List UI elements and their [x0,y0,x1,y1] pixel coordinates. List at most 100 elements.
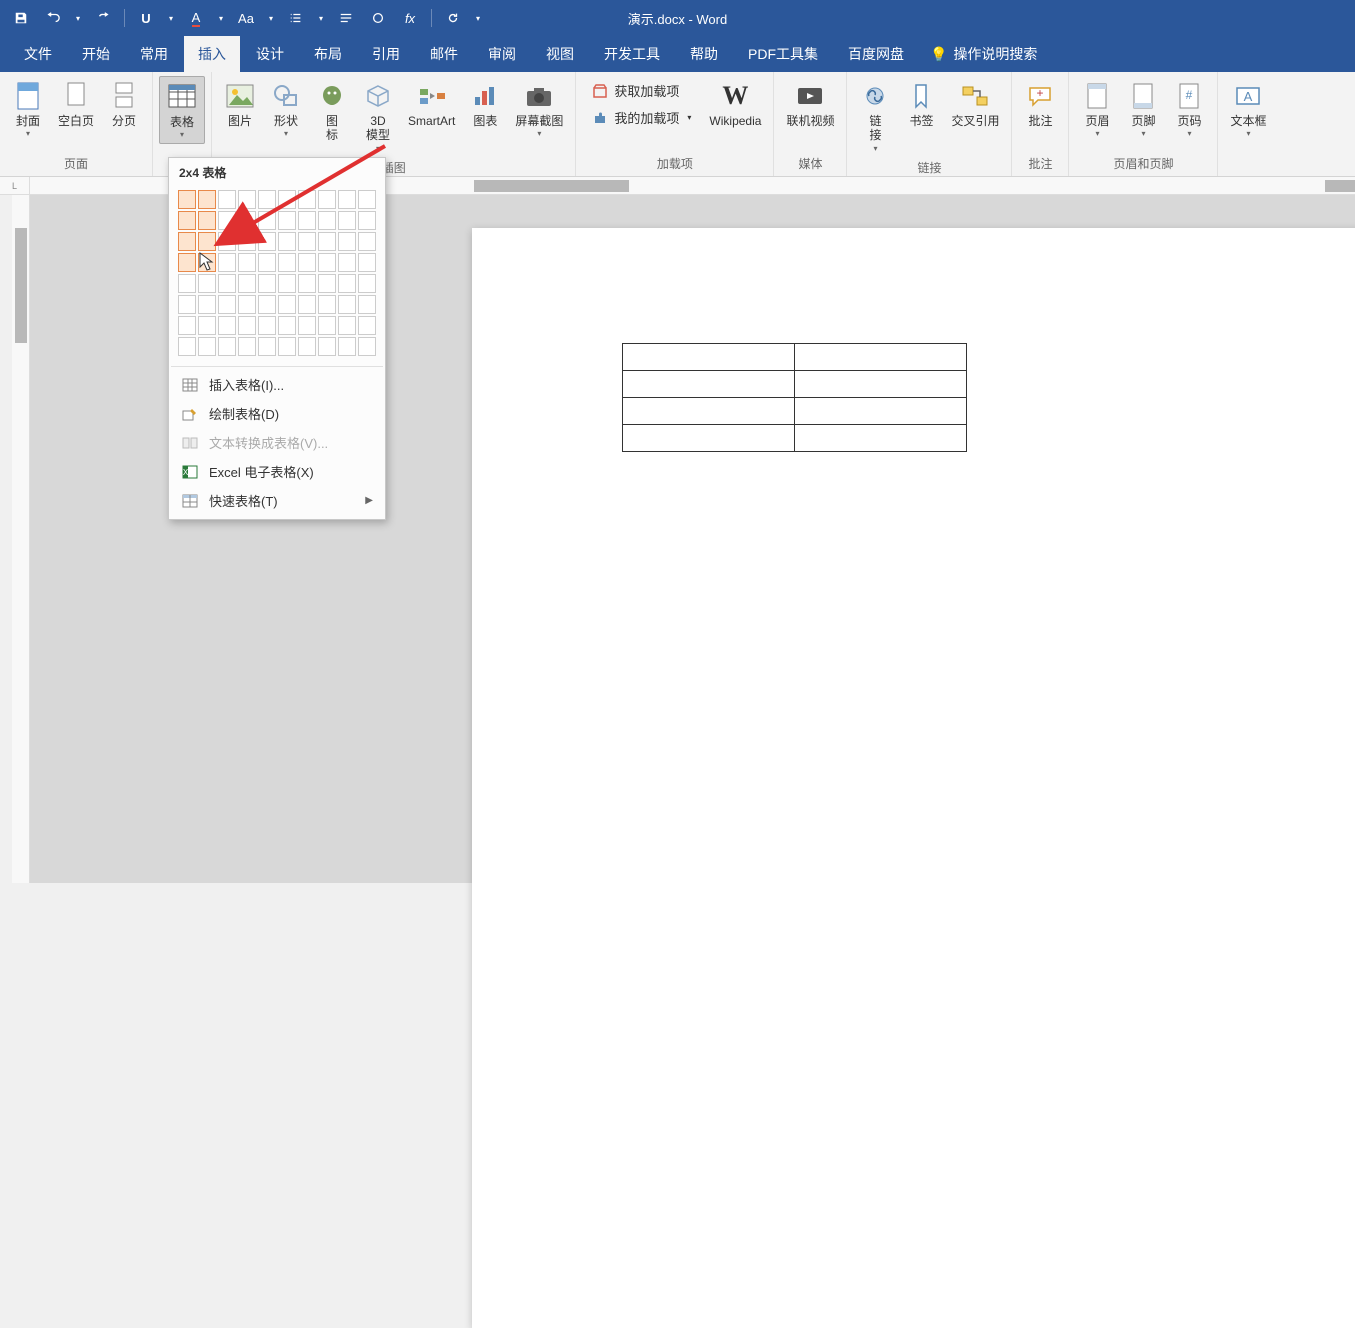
grid-cell[interactable] [278,190,296,209]
document-page[interactable] [472,228,1355,1328]
grid-cell[interactable] [198,316,216,335]
grid-cell[interactable] [218,232,236,251]
change-case-button[interactable]: Aa [233,5,259,31]
grid-cell[interactable] [338,295,356,314]
grid-cell[interactable] [178,232,196,251]
grid-cell[interactable] [298,316,316,335]
grid-cell[interactable] [338,337,356,356]
grid-cell[interactable] [178,337,196,356]
comment-button[interactable]: + 批注 [1018,76,1062,132]
redo-button[interactable] [90,5,116,31]
excel-spreadsheet-menu-item[interactable]: X Excel 电子表格(X) [169,457,385,486]
wikipedia-button[interactable]: W Wikipedia [703,76,767,132]
grid-cell[interactable] [218,295,236,314]
page-break-button[interactable]: 分页 [102,76,146,132]
grid-cell[interactable] [238,190,256,209]
grid-cell[interactable] [298,211,316,230]
grid-cell[interactable] [238,211,256,230]
grid-cell[interactable] [358,253,376,272]
grid-cell[interactable] [298,274,316,293]
grid-cell[interactable] [218,274,236,293]
vertical-ruler[interactable] [12,195,30,883]
grid-cell[interactable] [338,211,356,230]
grid-cell[interactable] [258,190,276,209]
grid-cell[interactable] [338,274,356,293]
grid-cell[interactable] [318,274,336,293]
grid-cell[interactable] [318,253,336,272]
grid-cell[interactable] [358,211,376,230]
grid-cell[interactable] [298,337,316,356]
change-case-dropdown[interactable]: ▾ [265,5,277,31]
grid-cell[interactable] [298,295,316,314]
cover-page-button[interactable]: 封面▾ [6,76,50,142]
grid-cell[interactable] [198,211,216,230]
grid-cell[interactable] [358,274,376,293]
chart-button[interactable]: 图表 [463,76,507,132]
grid-cell[interactable] [338,316,356,335]
picture-button[interactable]: 图片 [218,76,262,132]
table-button[interactable]: 表格▾ [159,76,205,144]
grid-cell[interactable] [318,232,336,251]
grid-cell[interactable] [338,190,356,209]
save-button[interactable] [8,5,34,31]
grid-cell[interactable] [238,337,256,356]
grid-cell[interactable] [358,337,376,356]
undo-dropdown[interactable]: ▾ [72,5,84,31]
grid-cell[interactable] [218,211,236,230]
grid-cell[interactable] [358,295,376,314]
tab-mail[interactable]: 邮件 [416,36,472,72]
grid-cell[interactable] [278,253,296,272]
inserted-table-preview[interactable] [622,343,967,452]
refresh-button[interactable] [440,5,466,31]
grid-cell[interactable] [238,295,256,314]
grid-cell[interactable] [278,232,296,251]
list-button[interactable] [283,5,309,31]
grid-cell[interactable] [178,295,196,314]
crossref-button[interactable]: 交叉引用 [945,76,1005,132]
my-addins-button[interactable]: 我的加载项▾ [586,105,697,130]
online-video-button[interactable]: 联机视频 [780,76,840,132]
underline-dropdown[interactable]: ▾ [165,5,177,31]
grid-cell[interactable] [318,211,336,230]
grid-cell[interactable] [178,211,196,230]
insert-table-menu-item[interactable]: 插入表格(I)... [169,370,385,399]
grid-cell[interactable] [238,274,256,293]
bookmark-button[interactable]: 书签 [899,76,943,132]
grid-cell[interactable] [258,337,276,356]
grid-cell[interactable] [258,295,276,314]
grid-cell[interactable] [178,274,196,293]
grid-cell[interactable] [218,316,236,335]
grid-cell[interactable] [298,190,316,209]
grid-cell[interactable] [178,190,196,209]
grid-cell[interactable] [198,337,216,356]
grid-cell[interactable] [178,253,196,272]
grid-cell[interactable] [258,316,276,335]
grid-cell[interactable] [298,253,316,272]
paragraph-button[interactable] [333,5,359,31]
smartart-button[interactable]: SmartArt [402,76,461,132]
grid-cell[interactable] [278,274,296,293]
grid-cell[interactable] [198,190,216,209]
tab-review[interactable]: 审阅 [474,36,530,72]
font-color-dropdown[interactable]: ▾ [215,5,227,31]
font-color-button[interactable]: A [183,5,209,31]
icons-button[interactable]: 图 标 [310,76,354,147]
pagenum-button[interactable]: # 页码▾ [1167,76,1211,142]
table-grid-picker[interactable] [169,185,385,363]
grid-cell[interactable] [338,253,356,272]
grid-cell[interactable] [258,232,276,251]
quick-tables-menu-item[interactable]: 快速表格(T) ▶ [169,486,385,515]
textbox-button[interactable]: A 文本框▾ [1224,76,1272,142]
grid-cell[interactable] [318,337,336,356]
circle-button[interactable] [365,5,391,31]
undo-button[interactable] [40,5,66,31]
qat-customize[interactable]: ▾ [472,5,484,31]
grid-cell[interactable] [338,232,356,251]
grid-cell[interactable] [298,232,316,251]
grid-cell[interactable] [318,295,336,314]
grid-cell[interactable] [358,190,376,209]
footer-button[interactable]: 页脚▾ [1121,76,1165,142]
grid-cell[interactable] [278,295,296,314]
grid-cell[interactable] [238,316,256,335]
grid-cell[interactable] [358,316,376,335]
